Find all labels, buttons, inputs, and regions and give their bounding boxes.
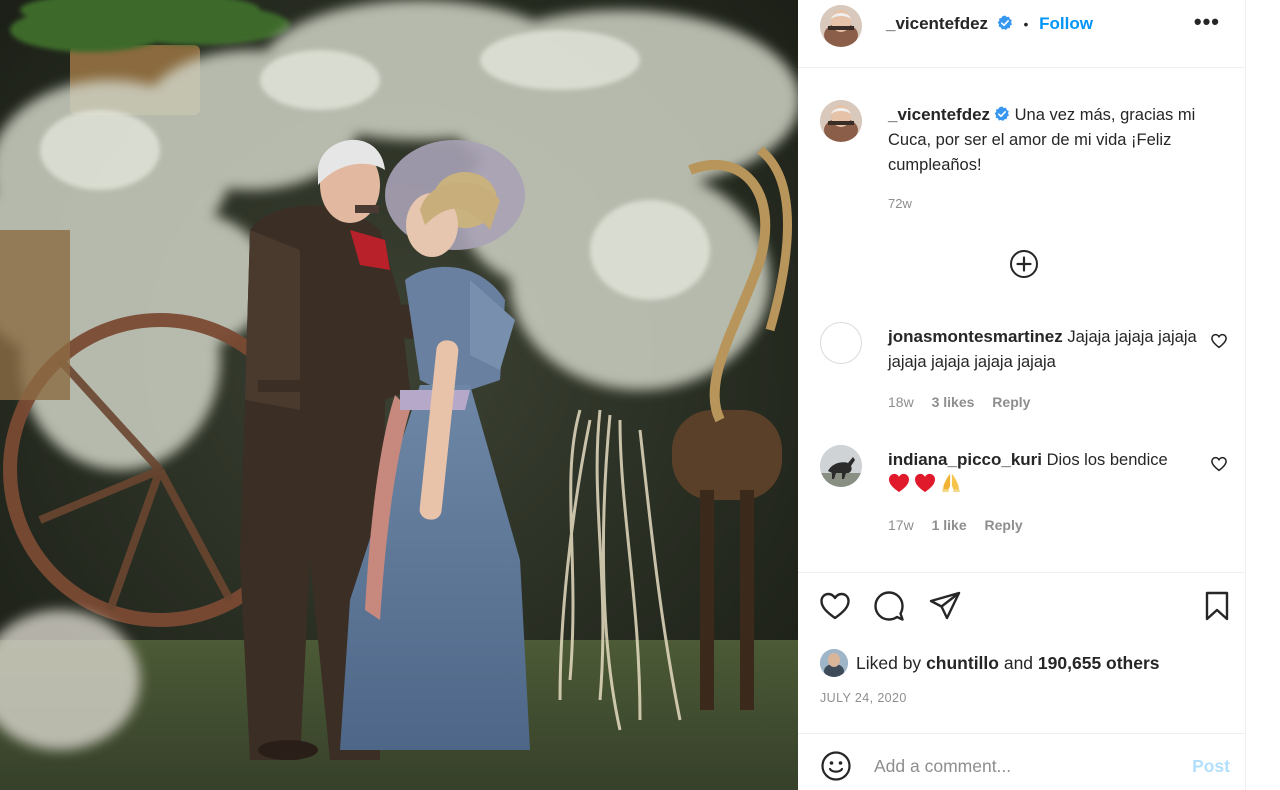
comment-body: indiana_picco_kuri Dios los bendice [888,447,1206,498]
plus-circle-icon[interactable] [1009,249,1039,279]
author-username[interactable]: _vicentefdez [886,14,988,33]
more-options-icon[interactable]: ••• [1194,11,1220,33]
post-comment-button[interactable]: Post [1192,756,1230,777]
caption-timestamp[interactable]: 72w [888,196,912,211]
author-avatar[interactable] [820,5,862,47]
page-gutter [1246,0,1280,790]
bookmark-icon[interactable] [1200,589,1234,623]
comment-body: jonasmontesmartinez Jajaja jajaja jajaja… [888,324,1206,375]
reply-button[interactable]: Reply [985,517,1023,533]
commenter-username[interactable]: jonasmontesmartinez [888,327,1063,346]
comment-text: Dios los bendice [1046,451,1168,469]
add-comment-bar: Post [798,733,1246,790]
caption-author-avatar[interactable] [820,100,862,142]
post-actions: Liked by chuntillo and 190,655 others JU… [798,572,1246,732]
smiley-icon[interactable] [820,750,852,782]
likes-and: and [1003,653,1034,673]
heart-outline-icon[interactable] [1210,455,1228,473]
post-photo[interactable] [0,0,798,790]
commenter-avatar[interactable] [820,445,862,487]
heart-outline-icon[interactable] [1210,332,1228,350]
caption-username[interactable]: _vicentefdez [888,105,990,124]
header-username-row: _vicentefdez • Follow [886,14,1093,34]
separator-dot: • [1023,16,1029,32]
comment-input[interactable] [874,748,1174,784]
post-header: _vicentefdez • Follow ••• [798,0,1246,68]
comment-bubble-icon[interactable] [872,589,906,623]
liker-username[interactable]: chuntillo [926,653,999,673]
post-date[interactable]: JULY 24, 2020 [820,691,907,705]
comment-likes-count[interactable]: 1 like [932,517,967,533]
likes-count[interactable]: 190,655 others [1038,653,1160,673]
comment-timestamp[interactable]: 18w [888,394,914,410]
post-detail-panel: _vicentefdez • Follow ••• _vicentefdez U… [798,0,1246,790]
red-heart-emoji-icon [915,473,935,493]
praying-hands-emoji-icon [942,473,960,493]
comment-likes-count[interactable]: 3 likes [932,394,975,410]
follow-button[interactable]: Follow [1039,14,1093,33]
reply-button[interactable]: Reply [992,394,1030,410]
comment-meta: 17w 1 like Reply [888,517,1037,533]
paper-plane-icon[interactable] [928,589,962,623]
commenter-username[interactable]: indiana_picco_kuri [888,450,1042,469]
comment-timestamp[interactable]: 17w [888,517,914,533]
heart-outline-icon[interactable] [818,589,852,623]
likes-summary: Liked by chuntillo and 190,655 others [820,649,1160,677]
comment-meta: 18w 3 likes Reply [888,394,1044,410]
likes-prefix: Liked by [856,653,922,673]
verified-badge-icon [994,106,1010,121]
red-heart-emoji-icon [889,473,909,493]
caption-text-block: _vicentefdez Una vez más, gracias mi Cuc… [888,102,1228,178]
liker-avatar[interactable] [820,649,848,677]
commenter-avatar[interactable] [820,322,862,364]
verified-badge-icon [997,15,1012,30]
